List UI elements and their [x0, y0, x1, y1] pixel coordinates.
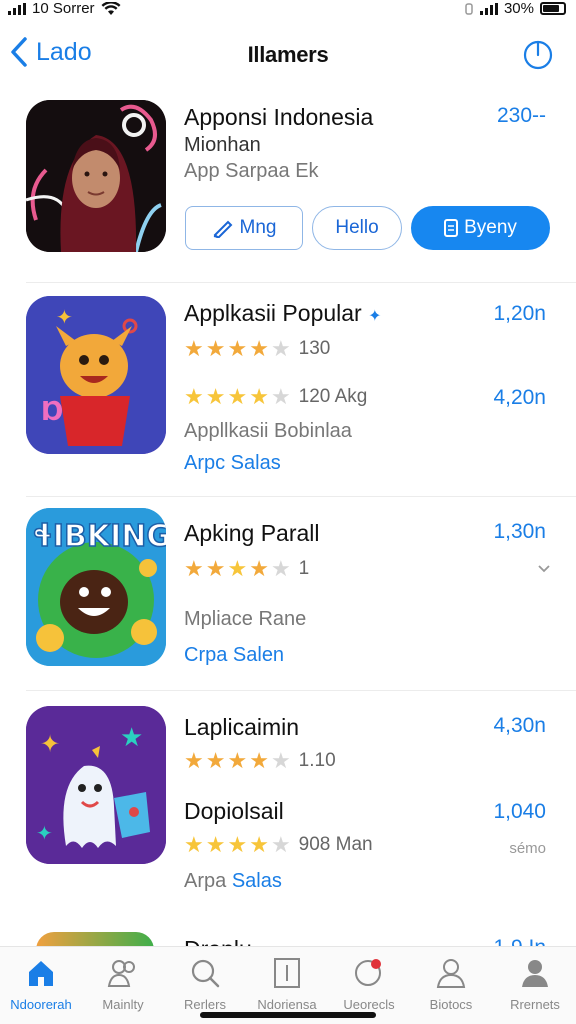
hello-button-label: Hello	[335, 217, 379, 238]
app-thumbnail: ɬIBKING	[26, 508, 166, 666]
app-name: Dopiolsail	[184, 798, 284, 824]
app-row[interactable]: Apponsi Indonesia Mionhan App Sarpaa Ek …	[0, 100, 576, 270]
app-description: Mpliace Rane	[184, 608, 307, 630]
svg-text:✦: ✦	[56, 305, 73, 329]
price-note: sémo	[509, 840, 546, 857]
app-description: Appllkasii Bobinlaa	[184, 420, 352, 442]
home-indicator	[200, 1012, 376, 1018]
rating-count: 1.10	[298, 750, 336, 771]
ghost-image: ✦ ★ ✦	[26, 706, 166, 864]
home-icon	[29, 961, 53, 986]
chat-icon	[355, 959, 381, 986]
mng-button[interactable]: Mng	[185, 206, 303, 250]
tab-search[interactable]: Rerlers	[164, 957, 246, 1012]
svg-text:Ɒ: Ɒ	[42, 397, 64, 427]
tab-profile[interactable]: Rrernets	[494, 957, 576, 1012]
people-icon	[107, 960, 135, 987]
app-name: Apking Parall	[184, 520, 320, 546]
rating-count: 908 Man	[298, 834, 373, 855]
tab-home[interactable]: Ndoorerah	[0, 957, 82, 1012]
tab-label: Biotocs	[429, 997, 473, 1012]
pen-icon	[213, 220, 232, 238]
tab-label: Rerlers	[184, 997, 226, 1012]
tab-label: Ndoorerah	[10, 997, 72, 1012]
tab-label: Ndoriensa	[257, 997, 317, 1012]
document-icon	[274, 958, 300, 988]
byeny-button[interactable]: Byeny	[411, 206, 550, 250]
app-name: Apponsi Indonesia	[184, 104, 374, 130]
chevron-down-icon[interactable]	[538, 564, 550, 574]
svg-text:✦: ✦	[36, 821, 53, 845]
profile-icon	[522, 960, 548, 987]
tab-bar: Ndoorerah Mainlty Rerlers Ndoriensa Ueor…	[0, 946, 576, 1024]
page-title: Illamers	[247, 42, 329, 67]
svg-text:★: ★	[120, 723, 143, 753]
app-name-text: Applkasii Popular	[184, 300, 362, 326]
app-row[interactable]: ✦ Ɒ Applkasii Popular ✦ 1,20n ★ ★ ★ ★ ★ 130 …	[0, 296, 576, 474]
hello-button[interactable]: Hello	[312, 206, 402, 250]
rating: ★ ★ ★ ★ ★ 130	[184, 336, 331, 361]
portrait-image	[26, 100, 166, 252]
tab-documents[interactable]: Ndoriensa	[246, 957, 328, 1012]
byeny-button-label: Byeny	[464, 217, 517, 238]
app-price: 230--	[496, 104, 546, 127]
alarm-icon	[465, 2, 473, 15]
rating-count: 130	[298, 338, 331, 359]
divider	[26, 496, 576, 497]
app-price: 4,20n	[493, 386, 546, 409]
app-name: Applkasii Popular ✦	[184, 300, 382, 327]
carrier-label: 10 Sorrer	[32, 0, 95, 17]
tab-biotocs[interactable]: Biotocs	[410, 957, 492, 1012]
app-developer: Mionhan	[184, 134, 261, 156]
app-thumbnail: ✦ Ɒ	[26, 296, 166, 454]
rating: ★ ★ ★ ★ ★ 1.10	[184, 748, 336, 773]
power-icon[interactable]	[522, 38, 554, 70]
rating: ★ ★ ★ ★ ★ 120 Akg	[184, 384, 368, 409]
app-price: 1,040	[493, 800, 546, 823]
app-name: Laplicaimin	[184, 714, 300, 740]
svg-text:✦: ✦	[40, 730, 60, 758]
tab-label: Rrernets	[510, 997, 560, 1012]
app-link[interactable]: Arpc Salas	[184, 452, 281, 475]
app-price: 4,30n	[493, 714, 546, 737]
status-bar: 10 Sorrer 30%	[0, 0, 576, 18]
character-image: ɬIBKING	[26, 508, 166, 666]
app-row[interactable]: ✦ ★ ✦ Laplicaimin 4,30n ★ ★ ★ ★ ★ 1.10 Dopio…	[0, 706, 576, 892]
rating: ★ ★ ★ ★ ★ 1	[184, 556, 310, 581]
rating: ★ ★ ★ ★ ★ 908 Man	[184, 832, 373, 857]
divider	[26, 282, 576, 283]
app-category: App Sarpaa Ek	[184, 160, 319, 182]
app-thumbnail: ✦ ★ ✦	[26, 706, 166, 864]
app-price: 1,30n	[493, 520, 546, 543]
person-icon	[436, 959, 466, 988]
divider	[26, 690, 576, 691]
search-icon	[191, 959, 220, 988]
tab-messages[interactable]: Ueorecls	[328, 957, 410, 1012]
sparkle-icon: ✦	[368, 308, 382, 325]
wifi-icon	[101, 1, 121, 15]
tab-label: Mainlty	[102, 997, 144, 1012]
app-row[interactable]: ɬIBKING Apking Parall 1,30n ★ ★ ★ ★ ★ 1 Mpli…	[0, 508, 576, 678]
app-link-text: Salas	[231, 870, 282, 892]
app-link[interactable]: Crpa Salen	[184, 644, 284, 667]
battery-label: 30%	[503, 0, 534, 17]
rating-count: 1	[298, 558, 310, 579]
monster-image: ✦ Ɒ	[26, 296, 166, 454]
battery-icon	[540, 2, 566, 15]
cellular-icon	[479, 2, 498, 15]
rating-count: 120 Akg	[298, 386, 368, 407]
tab-label: Ueorecls	[343, 997, 395, 1012]
svg-text:ɬIBKING: ɬIBKING	[32, 519, 166, 554]
app-link-prefix: Arpa	[184, 870, 227, 892]
tab-mainlty[interactable]: Mainlty	[82, 957, 164, 1012]
app-link[interactable]: Arpa Salas	[184, 870, 282, 893]
app-thumbnail	[26, 100, 166, 252]
navigation-bar: Lado Illamers	[0, 30, 576, 80]
document-icon	[444, 219, 459, 237]
app-price: 1,20n	[493, 302, 546, 325]
signal-icon	[8, 2, 26, 15]
mng-button-label: Mng	[239, 217, 277, 238]
